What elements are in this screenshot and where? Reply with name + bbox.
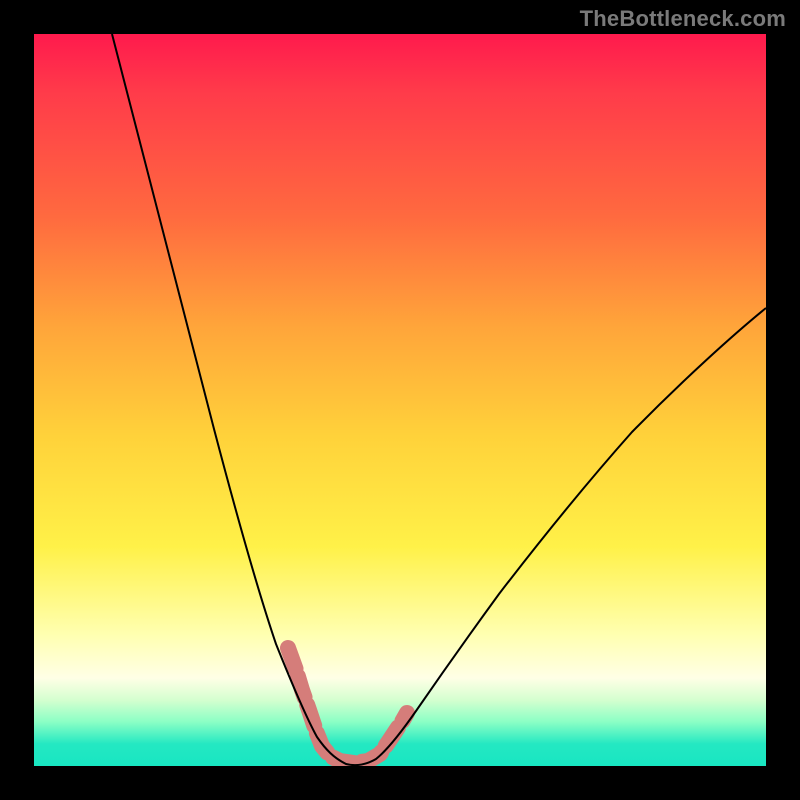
v-curve <box>112 34 766 765</box>
plot-area <box>34 34 766 766</box>
watermark-text: TheBottleneck.com <box>580 6 786 32</box>
curve-layer <box>34 34 766 766</box>
outer-frame: TheBottleneck.com <box>0 0 800 800</box>
